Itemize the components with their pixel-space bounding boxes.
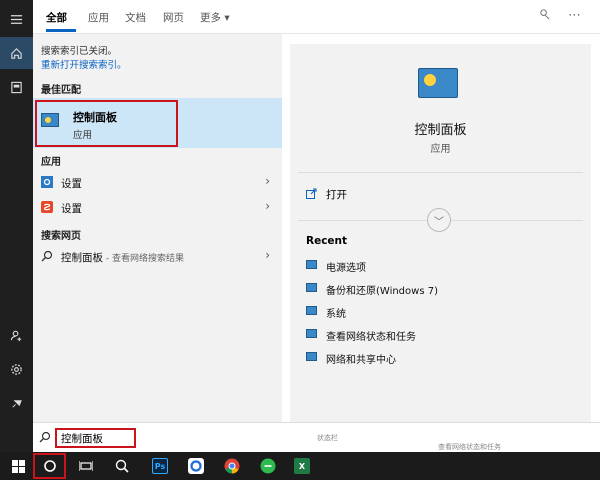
tab-documents[interactable]: 文档: [125, 10, 146, 25]
expand-chevron-icon[interactable]: ﹀: [427, 208, 451, 232]
tab-apps[interactable]: 应用: [88, 10, 109, 25]
search-icon: [39, 431, 51, 446]
left-rail: [0, 0, 33, 452]
settings-gear-icon[interactable]: [0, 353, 33, 385]
control-panel-item-icon: [306, 260, 317, 272]
recent-item-label: 电源选项: [326, 263, 366, 274]
open-icon: [306, 188, 317, 199]
results-list: 搜索索引已关闭。 重新打开搜索索引。 最佳匹配 控制面板 应用 应用 设置 › …: [33, 34, 282, 422]
cortana-highlight: [33, 453, 66, 479]
ghost-text: 查看网络状态和任务: [438, 443, 501, 451]
app-result-settings[interactable]: 设置 ›: [33, 171, 282, 195]
task-view-icon[interactable]: [68, 452, 104, 480]
preview-subtitle: 应用: [430, 144, 451, 155]
home-icon[interactable]: [0, 37, 33, 69]
chevron-right-icon[interactable]: ›: [265, 248, 270, 262]
feedback-person-icon[interactable]: [538, 8, 551, 25]
control-panel-item-icon: [306, 352, 317, 364]
recent-item-label: 网络和共享中心: [326, 355, 396, 366]
web-result-subtitle: - 查看网络搜索结果: [103, 254, 184, 264]
account-icon[interactable]: [0, 319, 33, 351]
search-bar[interactable]: 控制面板 状态栏 查看网络状态和任务: [33, 422, 600, 452]
chevron-right-icon[interactable]: ›: [265, 199, 270, 213]
search-input[interactable]: 控制面板: [61, 431, 103, 446]
recent-item-label: 查看网络状态和任务: [326, 332, 416, 343]
excel-icon[interactable]: X: [284, 452, 320, 480]
app-result-settings-2[interactable]: 设置 ›: [33, 196, 282, 220]
photoshop-icon[interactable]: Ps: [142, 452, 178, 480]
tab-more-label: 更多: [200, 12, 221, 24]
best-match-heading: 最佳匹配: [41, 85, 81, 96]
control-panel-item-icon: [306, 329, 317, 341]
control-panel-large-icon: [418, 68, 458, 98]
ghost-text: 状态栏: [317, 434, 338, 442]
web-result-title: 控制面板: [61, 252, 103, 264]
tab-more[interactable]: 更多 ▾: [200, 10, 230, 25]
excel-label: X: [294, 458, 310, 474]
recent-heading: Recent: [306, 235, 348, 247]
feedback-icon[interactable]: [0, 387, 33, 419]
apps-heading: 应用: [41, 157, 61, 168]
settings-app-icon: [41, 176, 53, 191]
chrome-icon[interactable]: [214, 452, 250, 480]
tab-web[interactable]: 网页: [163, 10, 184, 25]
tab-all[interactable]: 全部: [46, 10, 67, 25]
control-panel-item-icon: [306, 283, 317, 295]
photoshop-label: Ps: [152, 458, 168, 474]
chevron-right-icon[interactable]: ›: [265, 174, 270, 188]
taskbar: Ps X: [0, 452, 600, 480]
divider: [298, 172, 583, 173]
web-result[interactable]: 控制面板 - 查看网络搜索结果 ›: [33, 245, 282, 269]
control-panel-item-icon: [306, 306, 317, 318]
hamburger-menu-icon[interactable]: [0, 3, 33, 35]
chevron-down-icon: ▾: [224, 12, 230, 24]
app-result-label: 设置: [61, 178, 82, 190]
settings-app-alt-icon: [41, 201, 53, 216]
search-filter-bar: 全部 应用 文档 网页 更多 ▾ ⋯: [33, 0, 600, 34]
active-tab-indicator: [46, 29, 76, 32]
app-result-label: 设置: [61, 203, 82, 215]
best-match-highlight: [35, 100, 178, 147]
search-icon: [41, 250, 53, 265]
recent-item-label: 系统: [326, 309, 346, 320]
documents-icon[interactable]: [0, 71, 33, 103]
more-options-icon[interactable]: ⋯: [568, 8, 581, 23]
windows-start-icon[interactable]: [0, 452, 36, 480]
recent-item-label: 备份和还原(Windows 7): [326, 286, 438, 297]
reenable-index-link[interactable]: 重新打开搜索索引。: [41, 57, 127, 71]
open-label: 打开: [326, 189, 347, 201]
search-app-icon[interactable]: [104, 452, 140, 480]
web-heading: 搜索网页: [41, 231, 81, 242]
preview-title: 控制面板: [414, 123, 467, 138]
wechat-icon[interactable]: [250, 452, 286, 480]
browser-c-icon[interactable]: [178, 452, 214, 480]
web-result-text: 控制面板 - 查看网络搜索结果: [61, 250, 184, 265]
index-notice: 搜索索引已关闭。: [41, 46, 118, 57]
preview-panel: 控制面板 应用 打开 ﹀ Recent 电源选项 备份和还原(Windows 7…: [290, 44, 591, 422]
